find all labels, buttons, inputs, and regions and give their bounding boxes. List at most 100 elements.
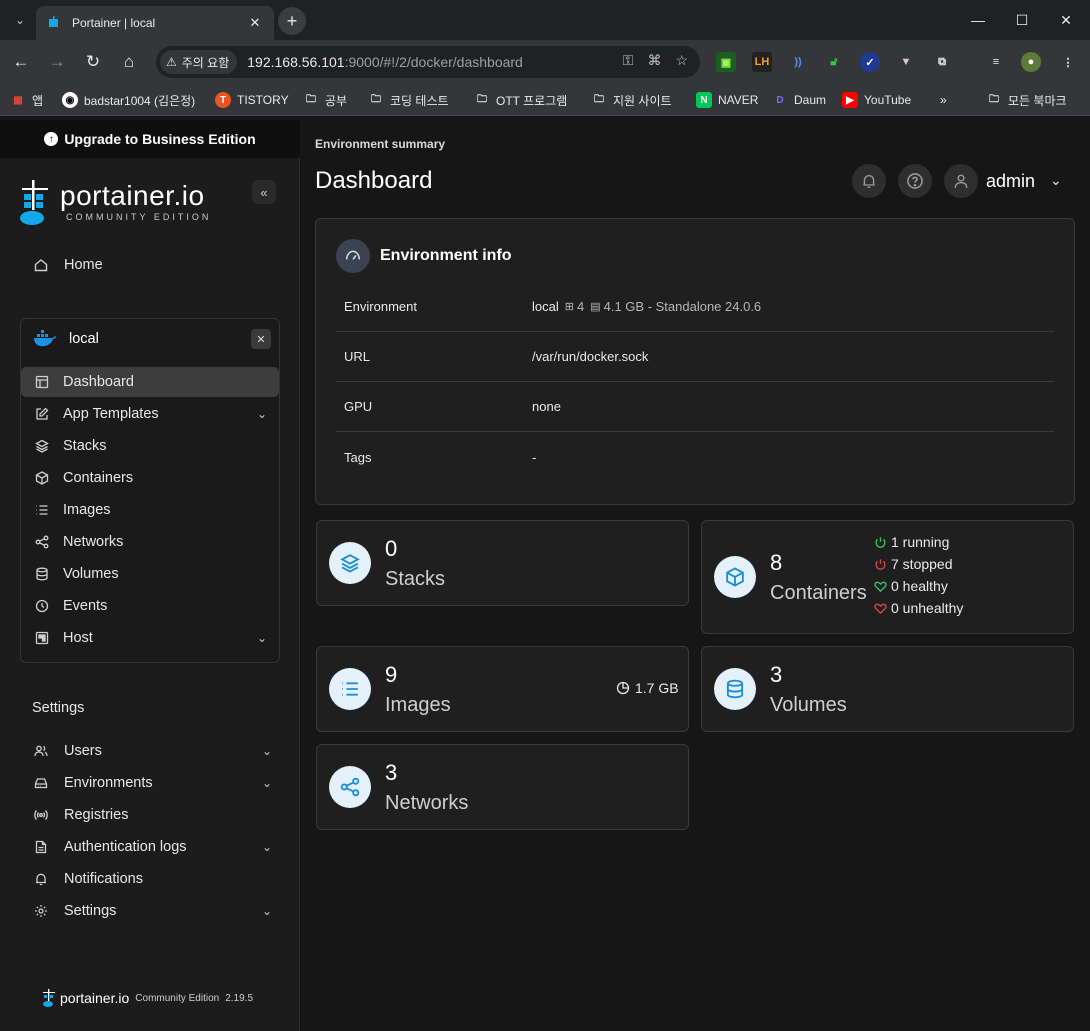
all-bookmarks-folder[interactable]: 🗀︎ 모든 북마크 bbox=[986, 91, 1067, 109]
hdd-icon bbox=[32, 774, 50, 792]
forward-icon[interactable]: → bbox=[44, 49, 70, 75]
containers-card[interactable]: 8 Containers 1 running 7 stopped 0 healt… bbox=[701, 520, 1074, 634]
sidebar-item-notifications[interactable]: Notifications bbox=[32, 865, 282, 893]
arrow-up-circle-icon: ↑ bbox=[44, 132, 59, 146]
footer-version: 2.19.5 bbox=[225, 992, 254, 1004]
box-icon bbox=[714, 556, 756, 598]
bookmark-youtube[interactable]: ▶ YouTube bbox=[842, 91, 911, 109]
gpu-value: none bbox=[532, 399, 561, 414]
user-avatar-icon[interactable] bbox=[944, 164, 978, 198]
bookmark-star-icon[interactable]: ☆ bbox=[675, 52, 688, 69]
pie-chart-icon bbox=[616, 681, 630, 695]
browser-tab-bar: ⌄ Portainer | local ✕ + — ☐ ✕ bbox=[0, 0, 1090, 40]
cpu-icon: ⊞ bbox=[564, 301, 574, 313]
bookmark-folder-coding[interactable]: 🗀︎ 코딩 테스트 bbox=[368, 91, 449, 109]
box-icon bbox=[33, 469, 51, 487]
sidebar-item-home[interactable]: Home bbox=[32, 251, 282, 279]
tab-search-icon[interactable]: ⌄ bbox=[8, 8, 32, 32]
share-icon bbox=[329, 766, 371, 808]
extensions-puzzle-icon[interactable]: ⧉ bbox=[932, 52, 952, 72]
sidebar-item-settings[interactable]: Settings ⌄ bbox=[32, 897, 282, 925]
chevron-down-icon: ⌄ bbox=[261, 904, 272, 918]
extension-shield-icon[interactable]: ✓ bbox=[860, 52, 880, 72]
sidebar-item-stacks[interactable]: Stacks bbox=[21, 431, 279, 461]
folder-icon: 🗀︎ bbox=[477, 93, 487, 105]
portainer-logo-icon bbox=[20, 180, 48, 225]
upgrade-button[interactable]: ↑ Upgrade to Business Edition bbox=[0, 120, 300, 158]
maximize-icon[interactable]: ☐ bbox=[1000, 8, 1044, 32]
bookmark-folder-jobs[interactable]: 🗀︎ 지원 사이트 bbox=[591, 91, 672, 109]
gear-icon bbox=[32, 902, 50, 920]
extension-lock-icon[interactable]: 🔓︎ bbox=[824, 52, 844, 72]
tab-title: Portainer | local bbox=[72, 16, 156, 30]
stacks-count: 0 bbox=[385, 536, 398, 561]
address-bar[interactable]: ⚠ 주의 요함 192.168.56.101:9000/#!/2/docker/… bbox=[156, 46, 700, 78]
images-card[interactable]: 9 Images 1.7 GB bbox=[316, 646, 689, 732]
power-running-icon bbox=[872, 536, 888, 549]
collapse-sidebar-button[interactable]: « bbox=[252, 180, 276, 204]
home-icon[interactable]: ⌂ bbox=[116, 49, 142, 75]
window-close-icon[interactable]: ✕ bbox=[1044, 8, 1088, 32]
bookmark-naver[interactable]: N NAVER bbox=[696, 91, 758, 109]
extension-wave-icon[interactable]: )) bbox=[788, 52, 808, 72]
stacks-label: Stacks bbox=[385, 568, 446, 590]
minimize-icon[interactable]: — bbox=[956, 8, 1000, 32]
bookmark-apps[interactable]: ▦ 앱 bbox=[10, 91, 43, 109]
bookmark-folder-study[interactable]: 🗀︎ 공부 bbox=[303, 91, 347, 109]
images-label: Images bbox=[385, 694, 451, 716]
bookmark-folder-ott[interactable]: 🗀︎ OTT 프로그램 bbox=[474, 91, 567, 109]
info-row-tags: Tags - bbox=[344, 449, 537, 465]
browser-menu-icon[interactable]: ⋮ bbox=[1058, 52, 1078, 72]
chevron-down-icon[interactable]: ⌄ bbox=[1050, 172, 1062, 189]
sidebar-item-images[interactable]: Images bbox=[21, 495, 279, 525]
media-control-icon[interactable]: ≡ bbox=[986, 52, 1006, 72]
daum-icon: D bbox=[776, 94, 784, 106]
sidebar-item-events[interactable]: Events bbox=[21, 591, 279, 621]
portainer-logo[interactable]: portainer.io COMMUNITY EDITION bbox=[18, 178, 211, 226]
sidebar-item-authentication-logs[interactable]: Authentication logs ⌄ bbox=[32, 833, 282, 861]
url-path: :9000/#!/2/docker/dashboard bbox=[344, 54, 523, 70]
sidebar-item-users[interactable]: Users ⌄ bbox=[32, 737, 282, 765]
password-key-icon[interactable]: ⚿ bbox=[623, 52, 634, 69]
sidebar-item-environments[interactable]: Environments ⌄ bbox=[32, 769, 282, 797]
bookmark-daum[interactable]: D Daum bbox=[772, 91, 826, 109]
user-menu-name[interactable]: admin bbox=[986, 171, 1035, 192]
sidebar-item-networks[interactable]: Networks bbox=[21, 527, 279, 557]
new-tab-button[interactable]: + bbox=[278, 7, 306, 35]
translate-icon[interactable]: ⌘ bbox=[647, 52, 661, 69]
volumes-label: Volumes bbox=[770, 694, 847, 716]
sidebar-item-dashboard[interactable]: Dashboard bbox=[21, 367, 279, 397]
back-icon[interactable]: ← bbox=[8, 49, 34, 75]
extension-v-icon[interactable]: ▼ bbox=[896, 52, 916, 72]
help-icon[interactable] bbox=[898, 164, 932, 198]
memory-info: 4.1 GB - Standalone 24.0.6 bbox=[603, 299, 762, 314]
bookmark-tistory[interactable]: T TISTORY bbox=[215, 91, 289, 109]
stacks-card[interactable]: 0 Stacks bbox=[316, 520, 689, 606]
extension-lh-icon[interactable]: LH bbox=[752, 52, 772, 72]
tistory-icon: T bbox=[215, 92, 231, 108]
security-warning-chip[interactable]: ⚠ 주의 요함 bbox=[160, 50, 238, 74]
more-bookmarks-icon[interactable]: » bbox=[940, 91, 947, 109]
sidebar-item-registries[interactable]: Registries bbox=[32, 801, 282, 829]
networks-card[interactable]: 3 Networks bbox=[316, 744, 689, 830]
radio-icon bbox=[32, 806, 50, 824]
notifications-bell-icon[interactable] bbox=[852, 164, 886, 198]
bookmark-github[interactable]: ◉ badstar1004 (김은정) bbox=[62, 91, 195, 109]
sidebar-item-app-templates[interactable]: App Templates ⌄ bbox=[21, 399, 279, 429]
chevron-down-icon: ⌄ bbox=[261, 840, 272, 854]
volumes-card[interactable]: 3 Volumes bbox=[701, 646, 1074, 732]
browser-tab[interactable]: Portainer | local ✕ bbox=[36, 6, 274, 40]
sidebar: ↑ Upgrade to Business Edition portainer.… bbox=[0, 120, 300, 1031]
profile-avatar[interactable]: ● bbox=[1021, 52, 1041, 72]
sidebar-item-host[interactable]: Host ⌄ bbox=[21, 623, 279, 653]
sidebar-item-volumes[interactable]: Volumes bbox=[21, 559, 279, 589]
logo-subtitle: COMMUNITY EDITION bbox=[66, 212, 212, 222]
reload-icon[interactable]: ↻ bbox=[80, 49, 106, 75]
youtube-icon: ▶ bbox=[842, 92, 858, 108]
sidebar-item-containers[interactable]: Containers bbox=[21, 463, 279, 493]
close-environment-icon[interactable]: ✕ bbox=[251, 329, 271, 349]
url-text[interactable]: 192.168.56.101:9000/#!/2/docker/dashboar… bbox=[247, 54, 523, 70]
bookmarks-bar: ▦ 앱 ◉ badstar1004 (김은정) T TISTORY 🗀︎ 공부 🗀︎ 코딩… bbox=[0, 84, 1090, 116]
extension-1-icon[interactable]: ▣ bbox=[716, 52, 736, 72]
tab-close-icon[interactable]: ✕ bbox=[246, 14, 264, 32]
